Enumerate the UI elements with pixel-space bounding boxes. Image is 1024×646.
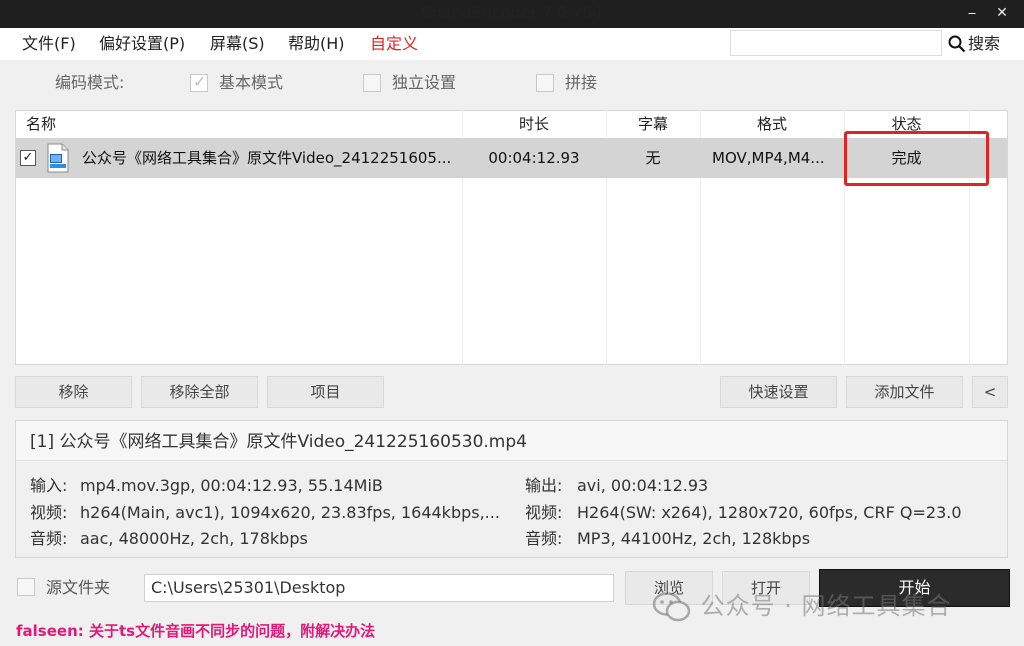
add-file-button[interactable]: 添加文件 <box>846 376 963 408</box>
output-audio-label: 音频: <box>525 529 563 548</box>
menu-custom[interactable]: 自定义 <box>370 28 418 60</box>
search-icon <box>948 35 966 53</box>
row-subtitle: 无 <box>645 149 661 167</box>
basic-mode-label: 基本模式 <box>219 73 284 92</box>
input-label: 输入: <box>30 476 68 495</box>
row-format: MOV,MP4,M4... <box>712 149 825 167</box>
concat-checkbox[interactable] <box>536 74 554 92</box>
input-video-value: h264(Main, avc1), 1094x620, 23.83fps, 16… <box>80 503 500 522</box>
source-folder-label: 源文件夹 <box>46 578 111 597</box>
watermark: 公众号 · 网络工具集合 <box>652 588 952 624</box>
menu-file[interactable]: 文件(F) <box>22 28 76 60</box>
input-audio-label: 音频: <box>30 529 68 548</box>
quick-settings-button[interactable]: 快速设置 <box>720 376 837 408</box>
search-button[interactable]: 搜索 <box>946 28 1016 60</box>
input-audio-value: aac, 48000Hz, 2ch, 178kbps <box>80 529 308 548</box>
search-input[interactable] <box>730 30 942 56</box>
concat-label: 拼接 <box>565 73 598 92</box>
input-video-label: 视频: <box>30 503 68 522</box>
check-icon: ✓ <box>22 150 34 165</box>
header-subtitle[interactable]: 字幕 <box>606 110 700 138</box>
watermark-text: 公众号 · 网络工具集合 <box>700 592 952 620</box>
search-label: 搜索 <box>968 34 1001 53</box>
wechat-icon <box>652 592 691 622</box>
footer-note-link[interactable]: falseen: 关于ts文件音画不同步的问题，附解决办法 <box>16 619 375 643</box>
status-highlight-box <box>844 131 989 186</box>
header-duration[interactable]: 时长 <box>462 110 606 138</box>
close-button[interactable]: ✕ <box>980 0 1024 28</box>
info-file-title: [1] 公众号《网络工具集合》原文件Video_241225160530.mp4 <box>30 432 527 452</box>
basic-mode-checkbox[interactable]: ✓ <box>190 72 208 92</box>
check-icon: ✓ <box>193 72 207 91</box>
remove-button[interactable]: 移除 <box>15 376 132 408</box>
collapse-button[interactable]: < <box>972 376 1008 408</box>
output-value: avi, 00:04:12.93 <box>577 476 709 495</box>
remove-all-button[interactable]: 移除全部 <box>141 376 258 408</box>
header-format[interactable]: 格式 <box>700 110 844 138</box>
header-name[interactable]: 名称 <box>26 110 56 138</box>
output-video-label: 视频: <box>525 503 563 522</box>
window-title: ShanaEncoder 7.0 x64 <box>421 3 603 22</box>
output-video-value: H264(SW: x264), 1280x720, 60fps, CRF Q=2… <box>577 503 962 522</box>
row-duration: 00:04:12.93 <box>488 149 580 167</box>
source-folder-checkbox[interactable] <box>17 578 35 596</box>
standalone-settings-label: 独立设置 <box>392 73 457 92</box>
output-label: 输出: <box>525 476 563 495</box>
item-button[interactable]: 项目 <box>267 376 384 408</box>
menu-preferences[interactable]: 偏好设置(P) <box>99 28 185 60</box>
menu-help[interactable]: 帮助(H) <box>288 28 345 60</box>
menu-subtitle[interactable]: 屏幕(S) <box>210 28 265 60</box>
row-file-name: 公众号《网络工具集合》原文件Video_2412251605... <box>82 149 452 167</box>
input-value: mp4.mov.3gp, 00:04:12.93, 55.14MiB <box>80 476 383 495</box>
encode-mode-label: 编码模式: <box>55 73 125 92</box>
video-file-icon <box>47 143 69 173</box>
output-audio-value: MP3, 44100Hz, 2ch, 128kbps <box>577 529 811 548</box>
output-path-field[interactable]: C:\Users\25301\Desktop <box>144 574 614 602</box>
row-checkbox[interactable]: ✓ <box>20 150 36 166</box>
standalone-settings-checkbox[interactable] <box>363 74 381 92</box>
